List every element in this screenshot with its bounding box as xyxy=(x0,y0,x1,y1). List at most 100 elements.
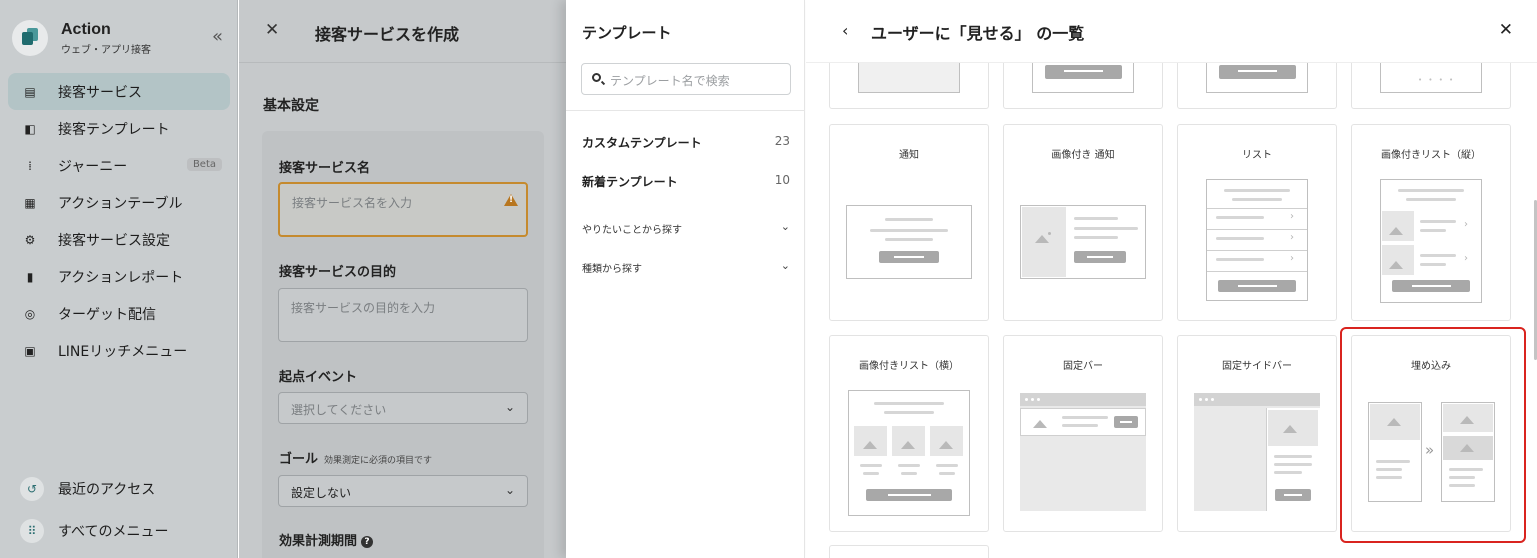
category-count: 10 xyxy=(774,173,790,187)
template-tile-notification[interactable]: 通知 xyxy=(829,124,989,321)
carousel-dots: • • • • xyxy=(1418,76,1456,84)
nav-item-label: 接客サービス設定 xyxy=(58,232,170,249)
preview-line xyxy=(939,472,955,475)
template-tile-image-notification[interactable]: 画像付き 通知 xyxy=(1003,124,1163,321)
window-dot xyxy=(1211,398,1214,401)
preview-line xyxy=(1232,198,1282,201)
nav-bottom: ↺ 最近のアクセス ⠿ すべてのメニュー xyxy=(8,468,230,552)
nav-item-label: 接客テンプレート xyxy=(58,121,170,138)
preview-line xyxy=(860,464,882,467)
nav-item-label: すべてのメニュー xyxy=(58,524,169,540)
window-dot xyxy=(1037,398,1040,401)
preview-line xyxy=(1420,254,1456,257)
preview-line xyxy=(1216,216,1264,219)
preview-line xyxy=(874,402,944,405)
template-panel-title: テンプレート xyxy=(582,24,672,42)
tile-preview xyxy=(846,205,972,279)
warning-icon xyxy=(504,194,518,206)
preview-line xyxy=(884,411,934,414)
tile-name: 通知 xyxy=(899,150,919,161)
template-gallery: • • • • 通知 画像付き 通知 リスト › › › 画像付きリスト（縦） … xyxy=(806,0,1537,558)
preview-line xyxy=(1398,189,1464,192)
mountain-icon xyxy=(863,441,877,449)
tile-preview-button xyxy=(1219,65,1296,79)
category-new-templates[interactable]: 新着テンプレート 10 xyxy=(582,173,790,190)
tile-name: 画像付きリスト（横） xyxy=(859,361,959,372)
close-icon[interactable]: ✕ xyxy=(265,20,279,40)
template-search-input[interactable]: テンプレート名で検索 xyxy=(581,63,791,95)
nav-item-action-report[interactable]: ▮ アクションレポート xyxy=(8,258,230,295)
nav-item-recent-access[interactable]: ↺ 最近のアクセス xyxy=(8,468,230,510)
journey-icon: ⁞ xyxy=(28,158,32,173)
goal-label-text: ゴール xyxy=(279,452,319,467)
nav-item-action-table[interactable]: ▦ アクションテーブル xyxy=(8,184,230,221)
category-label: カスタムテンプレート xyxy=(582,136,702,150)
template-icon: ◧ xyxy=(24,121,36,136)
category-label: 新着テンプレート xyxy=(582,175,678,189)
list-row xyxy=(1207,250,1307,251)
nav-item-label: 接客サービス xyxy=(58,84,142,101)
nav-item-service-settings[interactable]: ⚙ 接客サービス設定 xyxy=(8,221,230,258)
period-label-text: 効果計測期間 xyxy=(279,534,358,549)
template-tile-list[interactable]: リスト › › › xyxy=(1177,124,1337,321)
preview-button xyxy=(1114,416,1138,428)
event-select[interactable]: 選択してください ⌄ xyxy=(278,392,528,424)
template-tile-image-list-vertical[interactable]: 画像付きリスト（縦） › › xyxy=(1351,124,1511,321)
nav-item-journey[interactable]: ⁞ ジャーニー Beta xyxy=(8,147,230,184)
preview-button xyxy=(1392,280,1470,292)
mountain-icon xyxy=(901,441,915,449)
nav-item-label: アクションテーブル xyxy=(58,195,183,212)
preview-line xyxy=(1420,229,1446,232)
category-custom-templates[interactable]: カスタムテンプレート 23 xyxy=(582,134,790,151)
back-icon[interactable]: ‹ xyxy=(842,21,848,40)
close-icon[interactable]: ✕ xyxy=(1499,20,1513,40)
service-name-input[interactable]: 接客サービス名を入力 xyxy=(278,182,528,237)
preview-button xyxy=(879,251,939,263)
nav-item-all-menus[interactable]: ⠿ すべてのメニュー xyxy=(8,510,230,552)
gallery-header: ‹ ユーザーに「見せる」 の一覧 ✕ xyxy=(806,0,1537,63)
collapse-sidebar-icon[interactable]: « xyxy=(212,28,223,46)
template-tile[interactable] xyxy=(829,545,989,558)
search-placeholder: テンプレート名で検索 xyxy=(610,74,730,88)
mountain-icon xyxy=(1389,227,1403,235)
mountain-icon xyxy=(1035,235,1049,243)
preview-line xyxy=(885,238,933,241)
brand-subtitle: ウェブ・アプリ接客 xyxy=(61,45,151,56)
nav-item-customer-service[interactable]: ▤ 接客サービス xyxy=(8,73,230,110)
filter-by-type[interactable]: 種類から探す ⌄ xyxy=(582,259,790,275)
preview-line xyxy=(1062,416,1108,419)
gallery-title: ユーザーに「見せる」 の一覧 xyxy=(871,24,1085,43)
chevron-right-icon: › xyxy=(1290,211,1294,222)
line-menu-icon: ▣ xyxy=(24,343,36,358)
nav-item-line-rich-menu[interactable]: ▣ LINEリッチメニュー xyxy=(8,332,230,369)
preview-button xyxy=(1275,489,1311,501)
purpose-placeholder: 接客サービスの目的を入力 xyxy=(291,301,436,315)
grid-icon: ⠿ xyxy=(20,519,44,543)
help-icon[interactable]: ? xyxy=(361,536,374,548)
template-tile-fixed-sidebar[interactable]: 固定サイドバー xyxy=(1177,335,1337,532)
tile-preview-button xyxy=(1045,65,1122,79)
goal-select[interactable]: 設定しない ⌄ xyxy=(278,475,528,507)
filter-label: やりたいことから探す xyxy=(582,225,682,236)
mountain-icon xyxy=(1389,261,1403,269)
chevron-down-icon: ⌄ xyxy=(780,220,790,233)
preview-line xyxy=(1274,463,1312,466)
preview-line xyxy=(898,464,920,467)
nav-item-label: LINEリッチメニュー xyxy=(58,343,188,360)
service-name-placeholder: 接客サービス名を入力 xyxy=(292,196,413,210)
window-dot xyxy=(1025,398,1028,401)
purpose-input[interactable]: 接客サービスの目的を入力 xyxy=(278,288,528,342)
list-row xyxy=(1207,271,1307,272)
event-select-value: 選択してください xyxy=(291,403,387,417)
template-tile-image-list-horizontal[interactable]: 画像付きリスト（横） xyxy=(829,335,989,532)
nav-item-template[interactable]: ◧ 接客テンプレート xyxy=(8,110,230,147)
chevron-right-icon: › xyxy=(1290,253,1294,264)
nav-item-target-delivery[interactable]: ◎ ターゲット配信 xyxy=(8,295,230,332)
brand[interactable]: Action ウェブ・アプリ接客 « xyxy=(12,18,232,58)
template-tile-fixed-bar[interactable]: 固定バー xyxy=(1003,335,1163,532)
chevron-down-icon: ⌄ xyxy=(504,483,515,497)
preview-line xyxy=(1274,471,1302,474)
filter-by-purpose[interactable]: やりたいことから探す ⌄ xyxy=(582,220,790,236)
preview-button xyxy=(1074,251,1126,263)
brand-title: Action xyxy=(61,21,111,38)
